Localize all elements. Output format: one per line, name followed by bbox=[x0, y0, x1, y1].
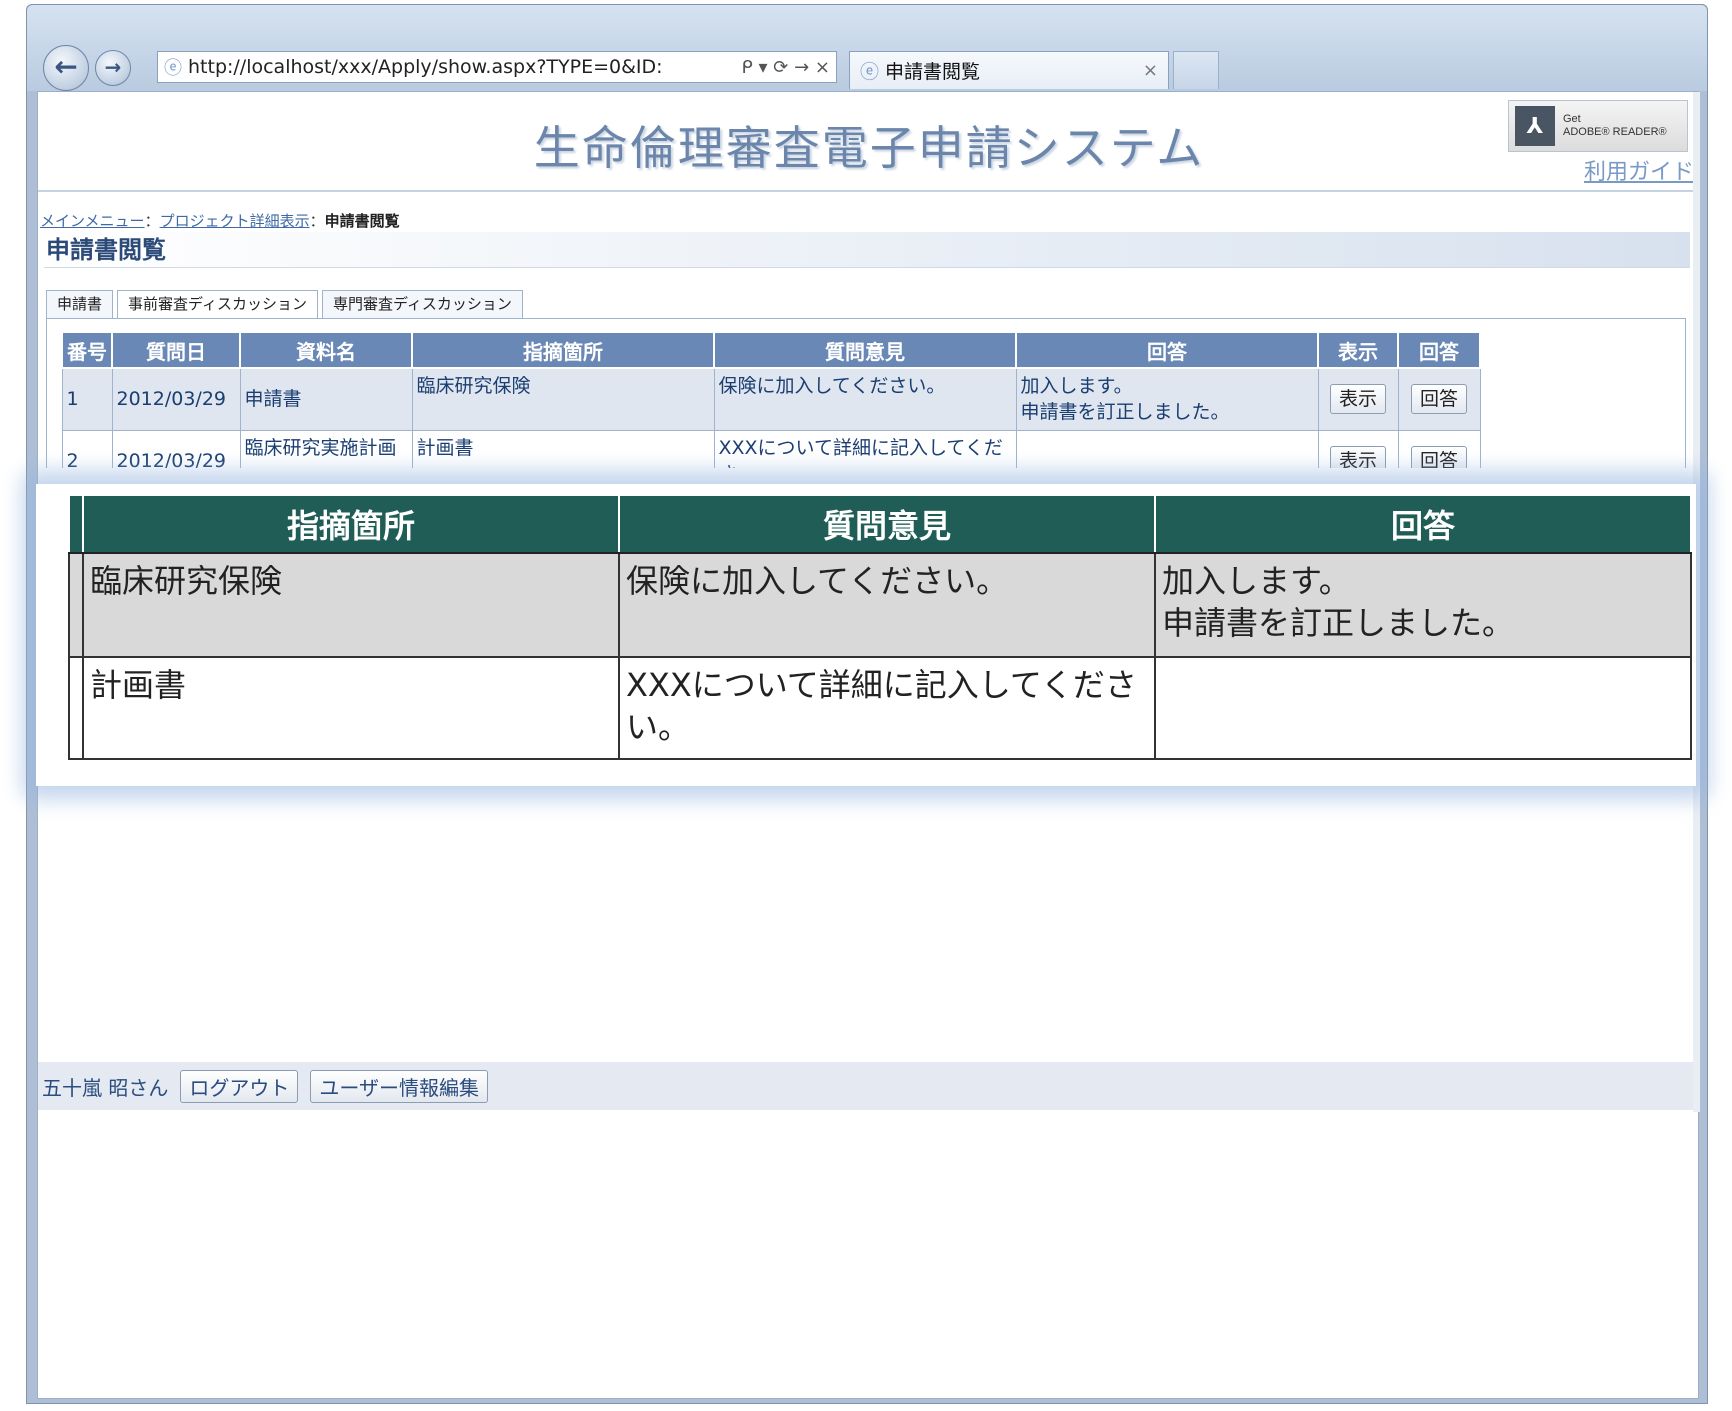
zoom-cell-location: 臨床研究保険 bbox=[82, 552, 620, 658]
cell-date: 2012/03/29 bbox=[111, 367, 241, 431]
cell-document: 申請書 bbox=[239, 367, 413, 431]
browser-toolbar: ← → ⓔ http://localhost/xxx/Apply/show.as… bbox=[27, 5, 1707, 91]
show-button[interactable]: 表示 bbox=[1329, 384, 1386, 415]
user-name: 五十嵐 昭さん bbox=[42, 1075, 169, 1100]
zoom-stub-cell bbox=[68, 552, 84, 658]
tab-application[interactable]: 申請書 bbox=[46, 290, 114, 318]
col-header-answer: 回答 bbox=[1015, 331, 1319, 369]
tab-panel: 番号 質問日 資料名 指摘箇所 質問意見 回答 表示 回答 1 2012/03/… bbox=[46, 318, 1686, 468]
adobe-reader-badge[interactable]: ⅄ Get ADOBE® READER® bbox=[1508, 100, 1688, 152]
adobe-get-label: Get bbox=[1563, 113, 1581, 125]
table-header-row: 番号 質問日 資料名 指摘箇所 質問意見 回答 表示 回答 bbox=[61, 331, 1481, 369]
reply-button[interactable]: 回答 bbox=[1410, 446, 1467, 468]
cell-reply: 回答 bbox=[1397, 367, 1481, 431]
tab-bar: 申請書 事前審査ディスカッション 専門審査ディスカッション bbox=[46, 290, 527, 319]
tab-expert-review-discussion[interactable]: 専門審査ディスカッション bbox=[321, 290, 523, 318]
cell-document: 臨床研究実施計画 bbox=[239, 429, 413, 468]
table-row: 1 2012/03/29 申請書 臨床研究保険 保険に加入してください。 加入し… bbox=[61, 367, 1481, 431]
zoom-table-row: 計画書 XXXについて詳細に記入してくださ い。 bbox=[68, 656, 1692, 760]
new-tab-button[interactable] bbox=[1173, 51, 1219, 89]
browser-tab-active[interactable]: ⓔ 申請書閲覧 × bbox=[849, 51, 1169, 89]
reply-button[interactable]: 回答 bbox=[1410, 384, 1467, 415]
zoom-answer-line: 申請書を訂正しました。 bbox=[1162, 604, 1515, 642]
breadcrumb-separator: ： bbox=[144, 212, 160, 230]
header-divider bbox=[38, 190, 1693, 192]
breadcrumb: メインメニュー：プロジェクト詳細表示：申請書閲覧 bbox=[40, 210, 400, 231]
cell-reply: 回答 bbox=[1397, 429, 1481, 468]
col-header-question: 質問意見 bbox=[713, 331, 1017, 369]
ie-tab-icon: ⓔ bbox=[860, 61, 880, 83]
back-arrow-icon: ← bbox=[54, 50, 78, 83]
breadcrumb-project-detail[interactable]: プロジェクト詳細表示 bbox=[160, 212, 310, 230]
zoom-answer-line: 加入します。 bbox=[1162, 562, 1351, 600]
zoom-question-line: XXXについて詳細に記入してくださ bbox=[626, 666, 1137, 704]
forward-arrow-icon: → bbox=[104, 55, 122, 79]
app-title: 生命倫理審査電子申請システム bbox=[533, 121, 1205, 175]
col-header-number: 番号 bbox=[61, 331, 113, 369]
adobe-pdf-icon: ⅄ bbox=[1515, 106, 1555, 146]
zoom-header-row: 指摘箇所 質問意見 回答 bbox=[68, 494, 1692, 554]
question-table: 番号 質問日 資料名 指摘箇所 質問意見 回答 表示 回答 1 2012/03/… bbox=[61, 331, 1481, 468]
address-tools-icon[interactable]: ᑭ ▾ ⟳ → × bbox=[742, 57, 830, 78]
show-button[interactable]: 表示 bbox=[1329, 446, 1386, 468]
cell-number: 2 bbox=[61, 429, 113, 468]
address-bar[interactable]: ⓔ http://localhost/xxx/Apply/show.aspx?T… bbox=[157, 51, 837, 83]
cell-answer: 加入します。申請書を訂正しました。 bbox=[1015, 367, 1319, 431]
zoom-question-line: い。 bbox=[626, 708, 691, 746]
table-row: 2 2012/03/29 臨床研究実施計画 計画書 XXXについて詳細に記入して… bbox=[61, 429, 1481, 468]
col-header-reply: 回答 bbox=[1397, 331, 1481, 369]
zoom-callout: 指摘箇所 質問意見 回答 臨床研究保険 保険に加入してください。 加入します。申… bbox=[36, 484, 1696, 786]
footer-bar: 五十嵐 昭さん ログアウト ユーザー情報編集 bbox=[38, 1062, 1693, 1110]
cell-location: 計画書 bbox=[411, 429, 715, 468]
cell-answer bbox=[1015, 429, 1319, 468]
zoom-col-header-answer: 回答 bbox=[1154, 494, 1692, 554]
zoom-cell-question: 保険に加入してください。 bbox=[618, 552, 1156, 658]
zoom-cell-question: XXXについて詳細に記入してくださ い。 bbox=[618, 656, 1156, 760]
zoom-cell-answer: 加入します。申請書を訂正しました。 bbox=[1154, 552, 1692, 658]
col-header-document: 資料名 bbox=[239, 331, 413, 369]
zoom-col-header-location: 指摘箇所 bbox=[82, 494, 620, 554]
forward-button[interactable]: → bbox=[95, 50, 131, 86]
adobe-reader-label: ADOBE® READER® bbox=[1563, 126, 1667, 138]
zoom-stub-cell bbox=[68, 656, 84, 760]
col-header-date: 質問日 bbox=[111, 331, 241, 369]
tab-close-icon[interactable]: × bbox=[1143, 60, 1158, 81]
url-text[interactable]: http://localhost/xxx/Apply/show.aspx?TYP… bbox=[188, 56, 736, 78]
cell-location: 臨床研究保険 bbox=[411, 367, 715, 431]
cell-number: 1 bbox=[61, 367, 113, 431]
zoom-table-row: 臨床研究保険 保険に加入してください。 加入します。申請書を訂正しました。 bbox=[68, 552, 1692, 658]
zoom-cell-location: 計画書 bbox=[82, 656, 620, 760]
zoomed-table: 指摘箇所 質問意見 回答 臨床研究保険 保険に加入してください。 加入します。申… bbox=[68, 494, 1692, 760]
cell-show: 表示 bbox=[1317, 367, 1399, 431]
cell-show: 表示 bbox=[1317, 429, 1399, 468]
tab-title: 申請書閲覧 bbox=[885, 61, 981, 83]
cell-question: XXXについて詳細に記入してくださ bbox=[713, 429, 1017, 468]
answer-line: 申請書を訂正しました。 bbox=[1020, 401, 1230, 423]
zoom-stub-cell bbox=[68, 494, 84, 554]
answer-line: 加入します。 bbox=[1020, 375, 1133, 397]
edit-user-button[interactable]: ユーザー情報編集 bbox=[310, 1069, 488, 1103]
back-button[interactable]: ← bbox=[43, 45, 89, 91]
breadcrumb-separator: ： bbox=[309, 212, 325, 230]
ie-page-icon: ⓔ bbox=[164, 58, 182, 79]
breadcrumb-current: 申請書閲覧 bbox=[324, 212, 400, 230]
breadcrumb-main-menu[interactable]: メインメニュー bbox=[40, 212, 145, 230]
zoom-cell-answer bbox=[1154, 656, 1692, 760]
col-header-show: 表示 bbox=[1317, 331, 1399, 369]
zoom-col-header-question: 質問意見 bbox=[618, 494, 1156, 554]
guide-link[interactable]: 利用ガイド bbox=[1538, 154, 1694, 186]
logout-button[interactable]: ログアウト bbox=[180, 1069, 299, 1103]
tab-pre-review-discussion[interactable]: 事前審査ディスカッション bbox=[117, 290, 318, 319]
cell-date: 2012/03/29 bbox=[111, 429, 241, 468]
page-title: 申請書閲覧 bbox=[44, 232, 1690, 268]
cell-question: 保険に加入してください。 bbox=[713, 367, 1017, 431]
col-header-location: 指摘箇所 bbox=[411, 331, 715, 369]
